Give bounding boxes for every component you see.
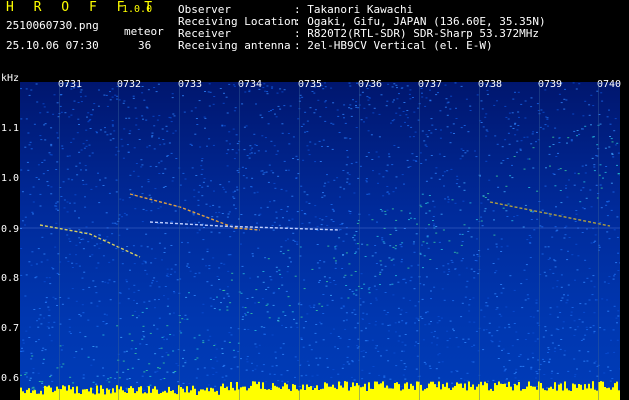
- time-gridline: [299, 82, 300, 400]
- info-row-antenna: Receiving antenna: 2el-HB9CV Vertical (e…: [178, 40, 493, 52]
- time-gridline: [239, 82, 240, 400]
- x-tick-label: 0738: [478, 79, 503, 90]
- time-gridline: [479, 82, 480, 400]
- x-tick-label: 0739: [538, 79, 563, 90]
- header-panel: H R O F F T 1.0.0 2510060730.png meteor …: [0, 0, 629, 84]
- x-tick-label: 0736: [358, 79, 383, 90]
- app-version: 1.0.0: [122, 4, 153, 15]
- x-tick-label: 0740: [597, 79, 622, 90]
- y-tick-label: 0.9: [1, 224, 20, 235]
- info-value: : 2el-HB9CV Vertical (el. E-W): [294, 39, 493, 52]
- time-gridline: [179, 82, 180, 400]
- info-label: Receiving antenna: [178, 39, 291, 52]
- meteor-label: meteor: [124, 25, 164, 38]
- time-gridline: [359, 82, 360, 400]
- x-tick-label: 0732: [117, 79, 142, 90]
- y-tick-label: 0.7: [1, 323, 20, 334]
- meteor-trace: [489, 201, 611, 227]
- x-tick-label: 0734: [238, 79, 263, 90]
- spectrogram: [20, 82, 620, 400]
- meteor-trace: [39, 224, 141, 258]
- y-tick-label: 0.8: [1, 273, 20, 284]
- time-gridline: [539, 82, 540, 400]
- x-tick-label: 0735: [298, 79, 323, 90]
- noise-floor: [20, 381, 620, 400]
- time-gridline: [59, 82, 60, 400]
- noise-texture: [20, 82, 620, 400]
- x-tick-label: 0731: [58, 79, 83, 90]
- time-gridline: [598, 82, 599, 400]
- date-time: 25.10.06 07:30: [6, 39, 99, 52]
- spectrogram-canvas: [20, 82, 620, 400]
- x-tick-label: 0737: [418, 79, 443, 90]
- y-unit-label: kHz: [1, 73, 20, 84]
- y-tick-label: 1.0: [1, 173, 20, 184]
- time-gridline: [118, 82, 119, 400]
- meteor-count: 36: [138, 39, 152, 52]
- file-name: 2510060730.png: [6, 19, 99, 32]
- time-gridline: [419, 82, 420, 400]
- x-tick-label: 0733: [178, 79, 203, 90]
- y-tick-label: 1.1: [1, 123, 20, 134]
- y-tick-label: 0.6: [1, 373, 20, 384]
